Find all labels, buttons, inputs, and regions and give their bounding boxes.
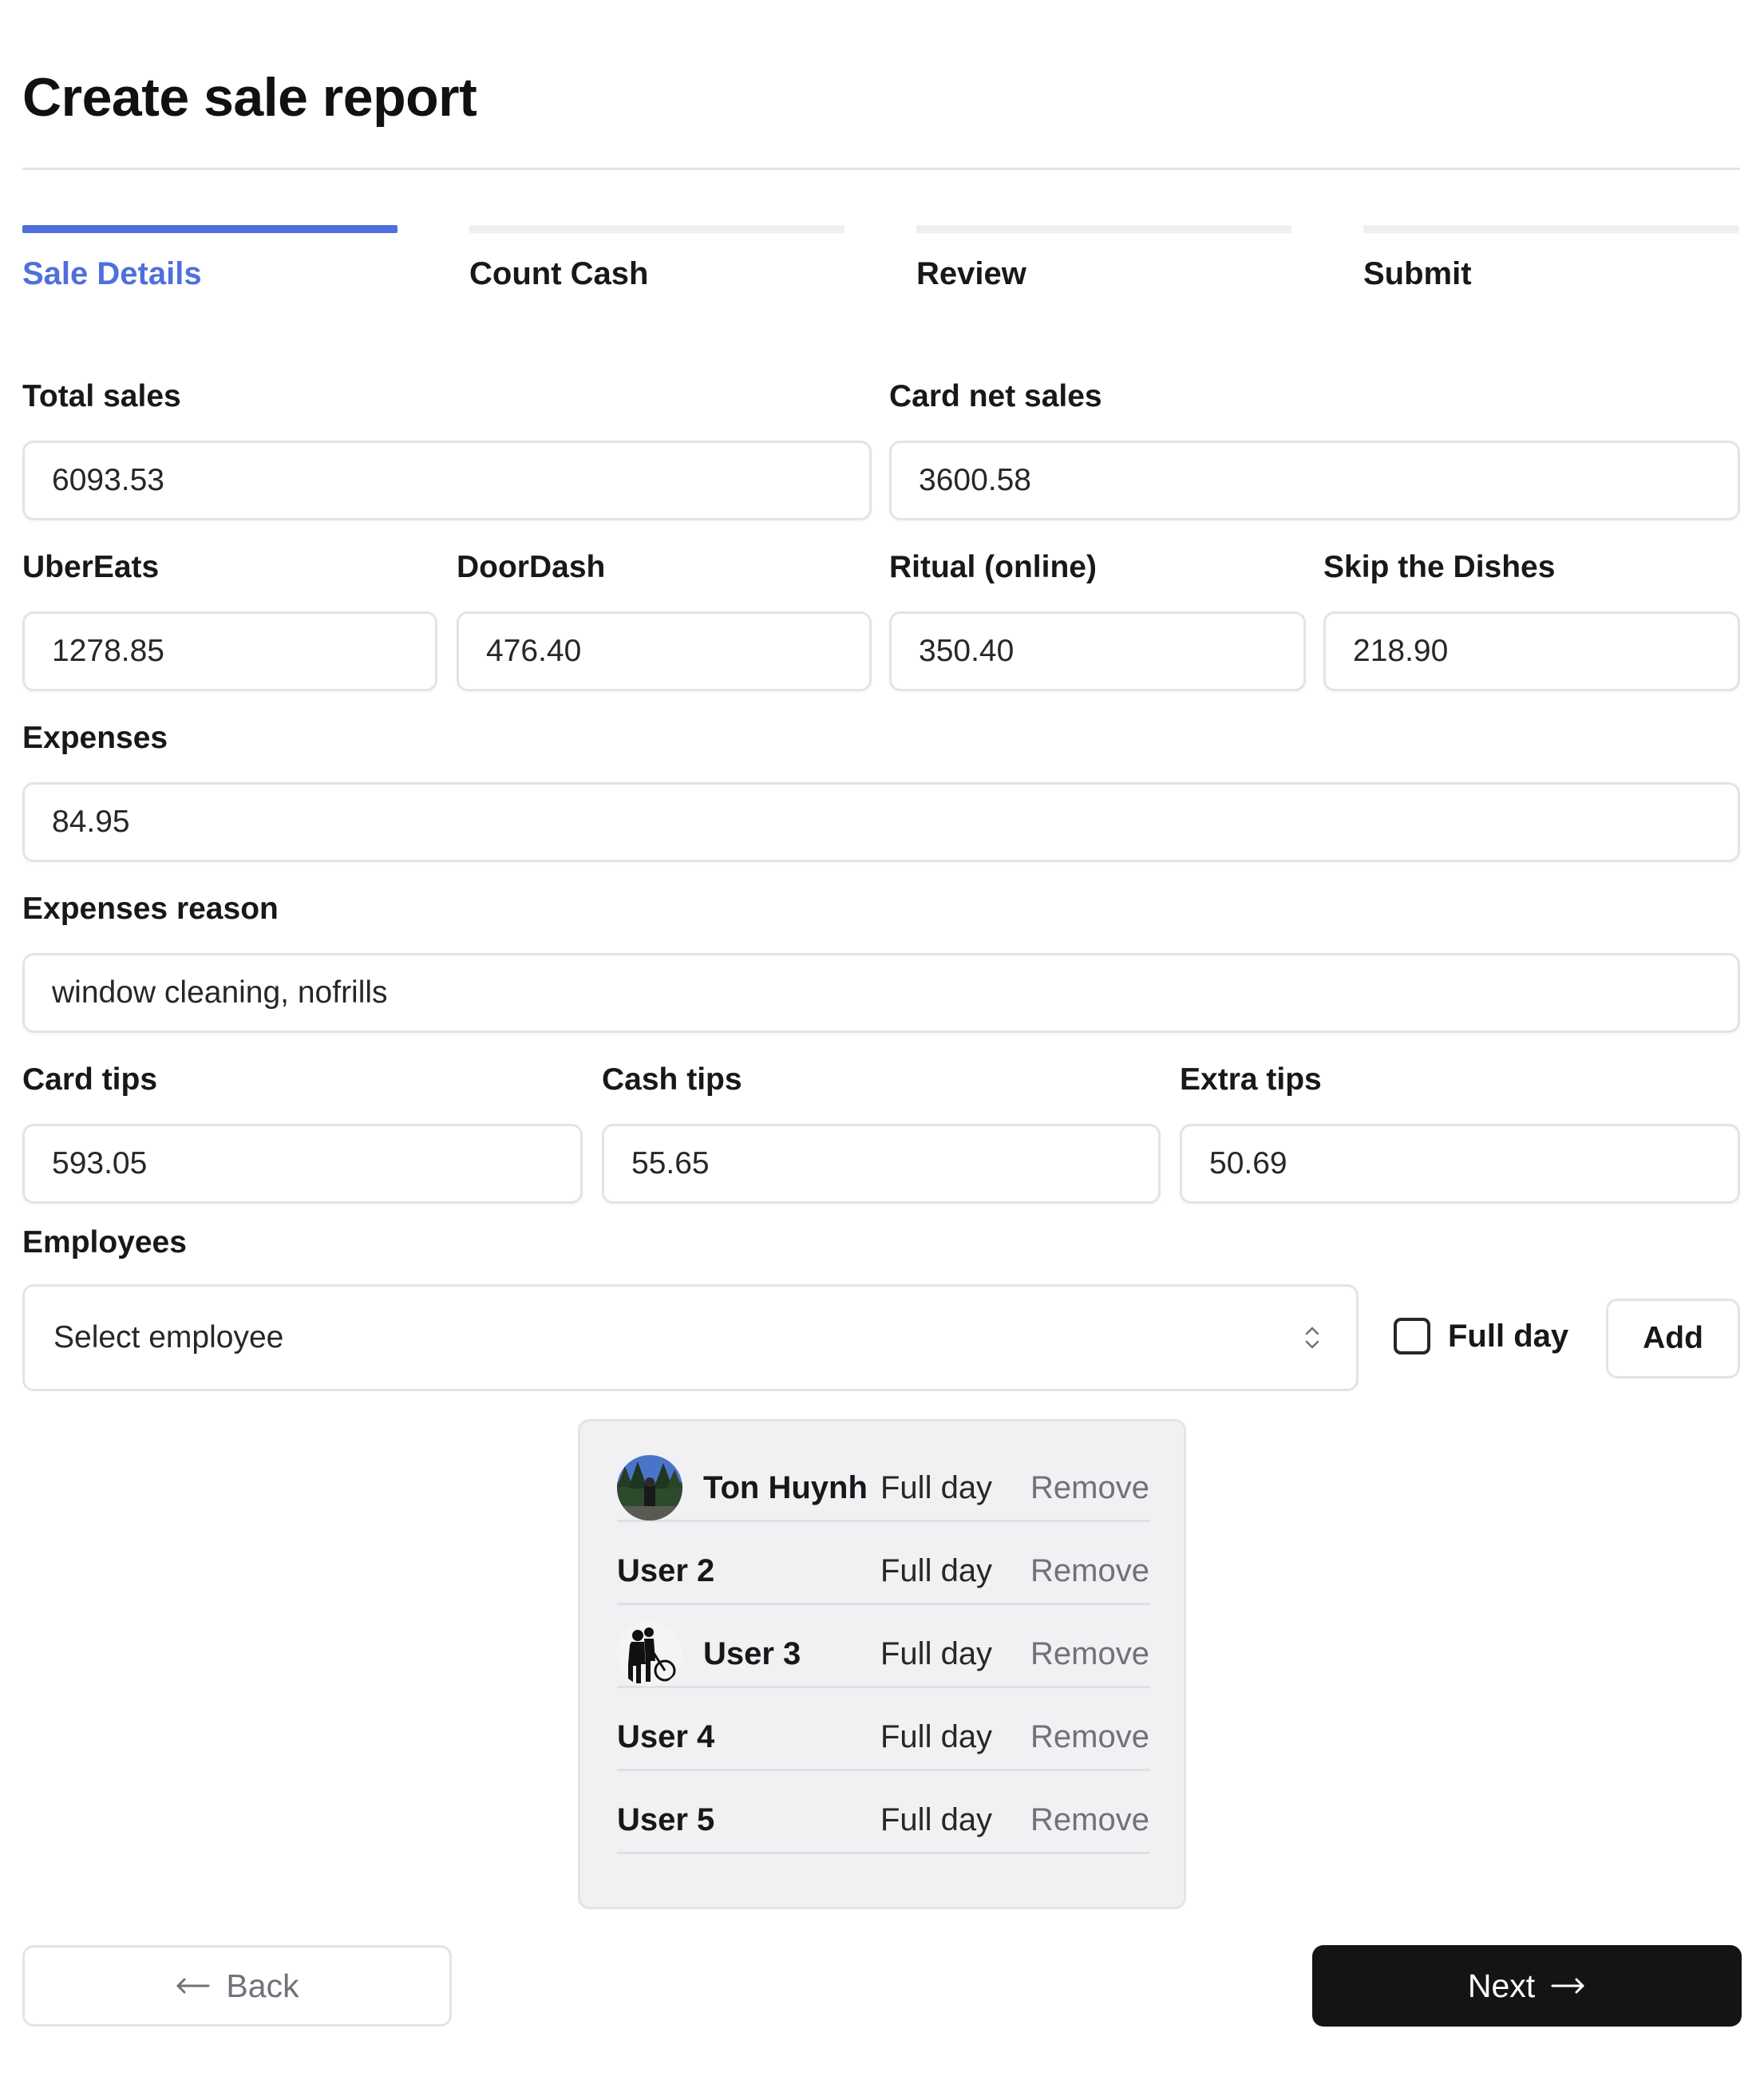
back-button[interactable]: Back <box>22 1945 452 2027</box>
employee-select[interactable]: Select employee <box>22 1284 1359 1391</box>
total-sales-input[interactable]: 6093.53 <box>22 441 872 520</box>
page-title: Create sale report <box>22 67 477 128</box>
remove-employee-button[interactable]: Remove <box>1030 1800 1149 1840</box>
employee-row: User 2 Full day Remove <box>617 1522 1150 1605</box>
full-day-checkbox[interactable] <box>1394 1318 1430 1354</box>
remove-employee-button[interactable]: Remove <box>1030 1634 1149 1674</box>
avatar <box>617 1455 682 1521</box>
cash-tips-label: Cash tips <box>602 1062 742 1097</box>
employee-row: Ton Huynh Full day Remove <box>617 1439 1150 1522</box>
remove-employee-button[interactable]: Remove <box>1030 1717 1149 1757</box>
step-bar-review <box>916 225 1291 233</box>
doordash-input[interactable]: 476.40 <box>457 611 872 691</box>
employee-name: User 5 <box>617 1802 715 1837</box>
extra-tips-input[interactable]: 50.69 <box>1180 1124 1740 1204</box>
step-review[interactable]: Review <box>916 254 1026 294</box>
arrow-left-icon <box>176 1978 210 1994</box>
card-net-sales-input[interactable]: 3600.58 <box>889 441 1740 520</box>
ubereats-input[interactable]: 1278.85 <box>22 611 437 691</box>
employee-row: User 5 Full day Remove <box>617 1771 1150 1854</box>
employees-label: Employees <box>22 1225 187 1260</box>
step-bar-count-cash <box>469 225 844 233</box>
card-tips-input[interactable]: 593.05 <box>22 1124 583 1204</box>
next-button[interactable]: Next <box>1312 1945 1742 2027</box>
employee-shift-type: Full day <box>880 1470 993 1505</box>
card-net-sales-label: Card net sales <box>889 379 1102 413</box>
employee-name: User 3 <box>703 1636 801 1671</box>
ritual-label: Ritual (online) <box>889 550 1097 584</box>
add-employee-button[interactable]: Add <box>1606 1299 1740 1378</box>
step-sale-details[interactable]: Sale Details <box>22 254 202 294</box>
employee-row: User 3 Full day Remove <box>617 1605 1150 1688</box>
step-count-cash[interactable]: Count Cash <box>469 254 648 294</box>
full-day-label: Full day <box>1448 1319 1569 1354</box>
title-divider <box>22 168 1740 170</box>
ritual-input[interactable]: 350.40 <box>889 611 1306 691</box>
total-sales-label: Total sales <box>22 379 181 413</box>
employee-name: User 4 <box>617 1719 715 1754</box>
doordash-label: DoorDash <box>457 550 606 584</box>
employee-name: User 2 <box>617 1553 715 1588</box>
next-button-label: Next <box>1467 1967 1536 2004</box>
chevron-up-down-icon <box>1305 1327 1319 1349</box>
extra-tips-label: Extra tips <box>1180 1062 1322 1097</box>
employee-shift-type: Full day <box>880 1802 993 1837</box>
expenses-reason-label: Expenses reason <box>22 892 279 926</box>
employee-shift-type: Full day <box>880 1553 993 1588</box>
step-submit[interactable]: Submit <box>1363 254 1472 294</box>
remove-employee-button[interactable]: Remove <box>1030 1468 1149 1508</box>
remove-employee-button[interactable]: Remove <box>1030 1551 1149 1591</box>
employee-shift-type: Full day <box>880 1636 993 1671</box>
ubereats-label: UberEats <box>22 550 160 584</box>
avatar <box>617 1621 682 1687</box>
employee-select-placeholder: Select employee <box>53 1320 284 1354</box>
employee-row: User 4 Full day Remove <box>617 1688 1150 1771</box>
card-tips-label: Card tips <box>22 1062 158 1097</box>
step-bar-submit <box>1363 225 1738 233</box>
employee-list: Ton Huynh Full day Remove User 2 Full da… <box>578 1419 1186 1909</box>
employee-name: Ton Huynh <box>703 1470 868 1505</box>
expenses-input[interactable]: 84.95 <box>22 782 1740 862</box>
expenses-label: Expenses <box>22 721 168 755</box>
sale-report-page: Create sale report Sale Details Count Ca… <box>0 0 1764 2092</box>
expenses-reason-input[interactable]: window cleaning, nofrills <box>22 953 1740 1033</box>
employee-shift-type: Full day <box>880 1719 993 1754</box>
back-button-label: Back <box>226 1967 299 2004</box>
arrow-right-icon <box>1551 1978 1584 1994</box>
cash-tips-input[interactable]: 55.65 <box>602 1124 1161 1204</box>
step-bar-sale-details <box>22 225 397 233</box>
skip-the-dishes-label: Skip the Dishes <box>1323 550 1556 584</box>
skip-the-dishes-input[interactable]: 218.90 <box>1323 611 1740 691</box>
